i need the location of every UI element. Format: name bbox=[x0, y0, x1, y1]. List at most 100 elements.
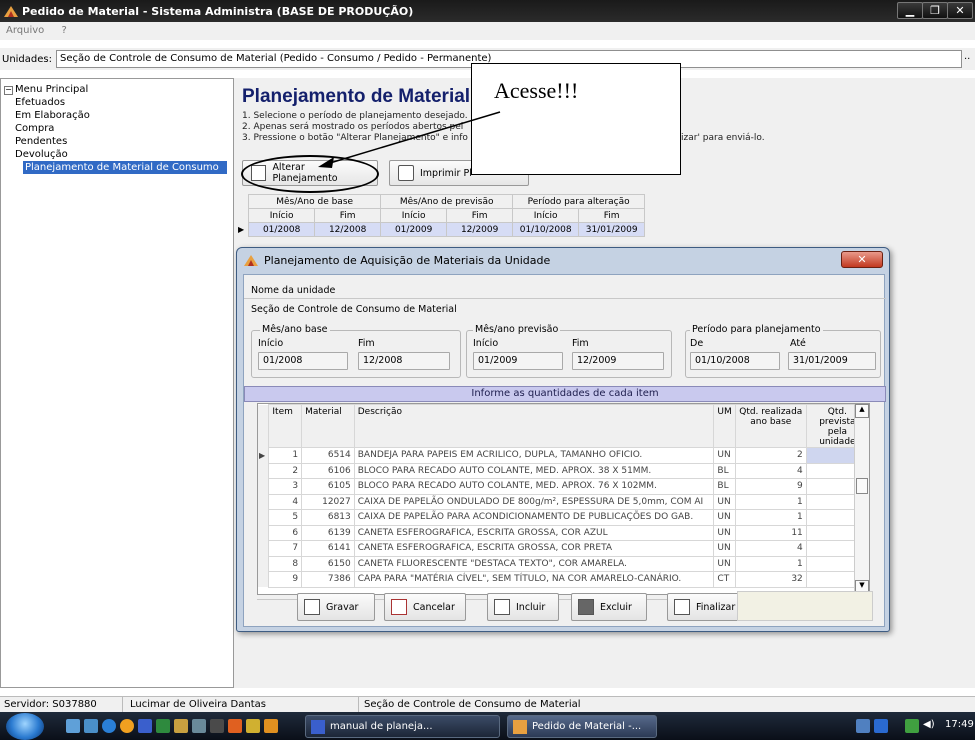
planning-dialog: Planejamento de Aquisição de Materiais d… bbox=[236, 247, 890, 632]
cell-item: 3 bbox=[268, 478, 303, 495]
grid-cell[interactable]: 31/01/2009 bbox=[578, 222, 646, 237]
tool-icon[interactable] bbox=[192, 719, 206, 733]
base-fim-field[interactable]: 12/2008 bbox=[358, 352, 450, 370]
dialog-titlebar: Planejamento de Aquisição de Materiais d… bbox=[237, 248, 889, 272]
cell-material: 6139 bbox=[301, 524, 355, 541]
folder-icon[interactable] bbox=[174, 719, 188, 733]
prev-fim-field[interactable]: 12/2009 bbox=[572, 352, 664, 370]
ie-icon[interactable] bbox=[102, 719, 116, 733]
table-row[interactable]: ▶ 01/2008 12/2008 01/2009 12/2009 01/10/… bbox=[234, 222, 646, 237]
desktop-icon[interactable] bbox=[84, 719, 98, 733]
grid-sub: Início bbox=[512, 208, 580, 223]
app-icon[interactable] bbox=[246, 719, 260, 733]
col-descricao[interactable]: Descrição bbox=[353, 404, 715, 448]
grid-scrollbar[interactable]: ▲ ▼ bbox=[854, 404, 869, 594]
firefox-icon[interactable] bbox=[120, 719, 134, 733]
incluir-button[interactable]: Incluir bbox=[487, 593, 559, 621]
cancel-document-icon bbox=[391, 599, 407, 615]
cell-material: 6106 bbox=[301, 462, 355, 479]
quicklaunch-icon[interactable] bbox=[66, 719, 80, 733]
grid-sub: Fim bbox=[578, 208, 646, 223]
periodo-de-label: De bbox=[690, 338, 704, 349]
cell-um: UN bbox=[713, 493, 736, 510]
excluir-button[interactable]: Excluir bbox=[571, 593, 647, 621]
cell-descricao: CANETA ESFEROGRAFICA, ESCRITA GROSSA, CO… bbox=[353, 524, 715, 541]
cell-material: 6150 bbox=[301, 555, 355, 572]
cell-material: 6514 bbox=[301, 447, 355, 464]
col-material[interactable]: Material bbox=[301, 404, 355, 448]
cell-um: UN bbox=[713, 447, 736, 464]
grid-cell[interactable]: 12/2008 bbox=[314, 222, 382, 237]
cell-item: 9 bbox=[268, 571, 303, 588]
scroll-thumb[interactable] bbox=[856, 478, 868, 494]
base-inicio-field[interactable]: 01/2008 bbox=[258, 352, 348, 370]
grid-header-base: Mês/Ano de base bbox=[248, 194, 382, 209]
tray-icon[interactable] bbox=[874, 719, 888, 733]
gravar-button[interactable]: Gravar bbox=[297, 593, 375, 621]
cell-material: 6141 bbox=[301, 540, 355, 557]
cell-um: BL bbox=[713, 478, 736, 495]
table-row[interactable]: ▶ 1 6514 BANDEJA PARA PAPEIS EM ACRILICO… bbox=[258, 447, 869, 464]
dialog-close-button[interactable]: ✕ bbox=[841, 251, 883, 268]
cell-um: UN bbox=[713, 509, 736, 526]
clock[interactable]: 17:49 bbox=[945, 719, 974, 730]
task-pedido[interactable]: Pedido de Material -... bbox=[507, 715, 657, 738]
periodo-de-field[interactable]: 01/10/2008 bbox=[690, 352, 780, 370]
scroll-up-icon[interactable]: ▲ bbox=[855, 404, 869, 418]
app-icon[interactable] bbox=[210, 719, 224, 733]
cell-descricao: CAIXA DE PAPELÃO ONDULADO DE 800g/m², ES… bbox=[353, 493, 715, 510]
trash-icon bbox=[578, 599, 594, 615]
grid-cell[interactable]: 01/2008 bbox=[248, 222, 316, 237]
dialog-body: Nome da unidade Seção de Controle de Con… bbox=[243, 274, 886, 627]
app-icon bbox=[244, 255, 258, 266]
grid-cell[interactable]: 01/10/2008 bbox=[512, 222, 580, 237]
status-bar: Servidor: S037880 Lucimar de Oliveira Da… bbox=[0, 696, 975, 713]
task-manual[interactable]: manual de planeja... bbox=[305, 715, 500, 738]
items-grid[interactable]: Item Material Descrição UM Qtd. realizad… bbox=[257, 403, 870, 595]
cell-material: 6813 bbox=[301, 509, 355, 526]
taskbar: manual de planeja... Pedido de Material … bbox=[0, 712, 975, 740]
row-pointer-icon: ▶ bbox=[234, 222, 249, 237]
table-row[interactable]: 5 6813 CAIXA DE PAPELÃO PARA ACONDICIONAME… bbox=[258, 509, 869, 526]
base-inicio-label: Início bbox=[258, 338, 284, 349]
table-row[interactable]: 4 12027 CAIXA DE PAPELÃO ONDULADO DE 800g/… bbox=[258, 493, 869, 510]
cell-item: 4 bbox=[268, 493, 303, 510]
cell-descricao: BLOCO PARA RECADO AUTO COLANTE, MED. APR… bbox=[353, 462, 715, 479]
cell-qtd-realizada: 11 bbox=[734, 524, 807, 541]
cell-item: 2 bbox=[268, 462, 303, 479]
grid-cell[interactable]: 01/2009 bbox=[380, 222, 448, 237]
table-row[interactable]: 9 7386 CAPA PARA "MATÉRIA CÍVEL", SEM TÍTU… bbox=[258, 571, 869, 588]
network-icon[interactable] bbox=[905, 719, 919, 733]
cell-item: 1 bbox=[268, 447, 303, 464]
cell-um: UN bbox=[713, 524, 736, 541]
base-group-label: Mês/ano base bbox=[260, 324, 330, 335]
status-servidor: Servidor: S037880 bbox=[4, 699, 97, 710]
excel-icon[interactable] bbox=[156, 719, 170, 733]
blank-tooltip bbox=[737, 591, 873, 621]
table-row[interactable]: 6 6139 CANETA ESFEROGRAFICA, ESCRITA GROSS… bbox=[258, 524, 869, 541]
col-qtd-realizada[interactable]: Qtd. realizada ano base bbox=[734, 404, 807, 448]
table-row[interactable]: 7 6141 CANETA ESFEROGRAFICA, ESCRITA GROSS… bbox=[258, 540, 869, 557]
start-button[interactable] bbox=[6, 713, 44, 740]
tray-icon[interactable] bbox=[856, 719, 870, 733]
word-icon[interactable] bbox=[138, 719, 152, 733]
cell-qtd-realizada: 1 bbox=[734, 493, 807, 510]
col-um[interactable]: UM bbox=[713, 404, 736, 448]
cell-descricao: CANETA FLUORESCENTE "DESTACA TEXTO", COR… bbox=[353, 555, 715, 572]
status-user: Lucimar de Oliveira Dantas bbox=[130, 699, 266, 710]
periodo-ate-field[interactable]: 31/01/2009 bbox=[788, 352, 876, 370]
table-row[interactable]: 2 6106 BLOCO PARA RECADO AUTO COLANTE, MED… bbox=[258, 462, 869, 479]
cancelar-button[interactable]: Cancelar bbox=[384, 593, 466, 621]
grid-sub: Início bbox=[380, 208, 448, 223]
col-item[interactable]: Item bbox=[268, 404, 303, 448]
table-row[interactable]: 3 6105 BLOCO PARA RECADO AUTO COLANTE, MED… bbox=[258, 478, 869, 495]
app-icon[interactable] bbox=[228, 719, 242, 733]
app-icon[interactable] bbox=[264, 719, 278, 733]
period-grid: Mês/Ano de base Mês/Ano de previsão Perí… bbox=[234, 194, 646, 237]
table-row[interactable]: 8 6150 CANETA FLUORESCENTE "DESTACA TEXTO"… bbox=[258, 555, 869, 572]
grid-sub: Fim bbox=[314, 208, 382, 223]
grid-cell[interactable]: 12/2009 bbox=[446, 222, 514, 237]
volume-icon[interactable]: ◀) bbox=[923, 719, 935, 730]
prev-inicio-field[interactable]: 01/2009 bbox=[473, 352, 563, 370]
cell-descricao: BLOCO PARA RECADO AUTO COLANTE, MED. APR… bbox=[353, 478, 715, 495]
